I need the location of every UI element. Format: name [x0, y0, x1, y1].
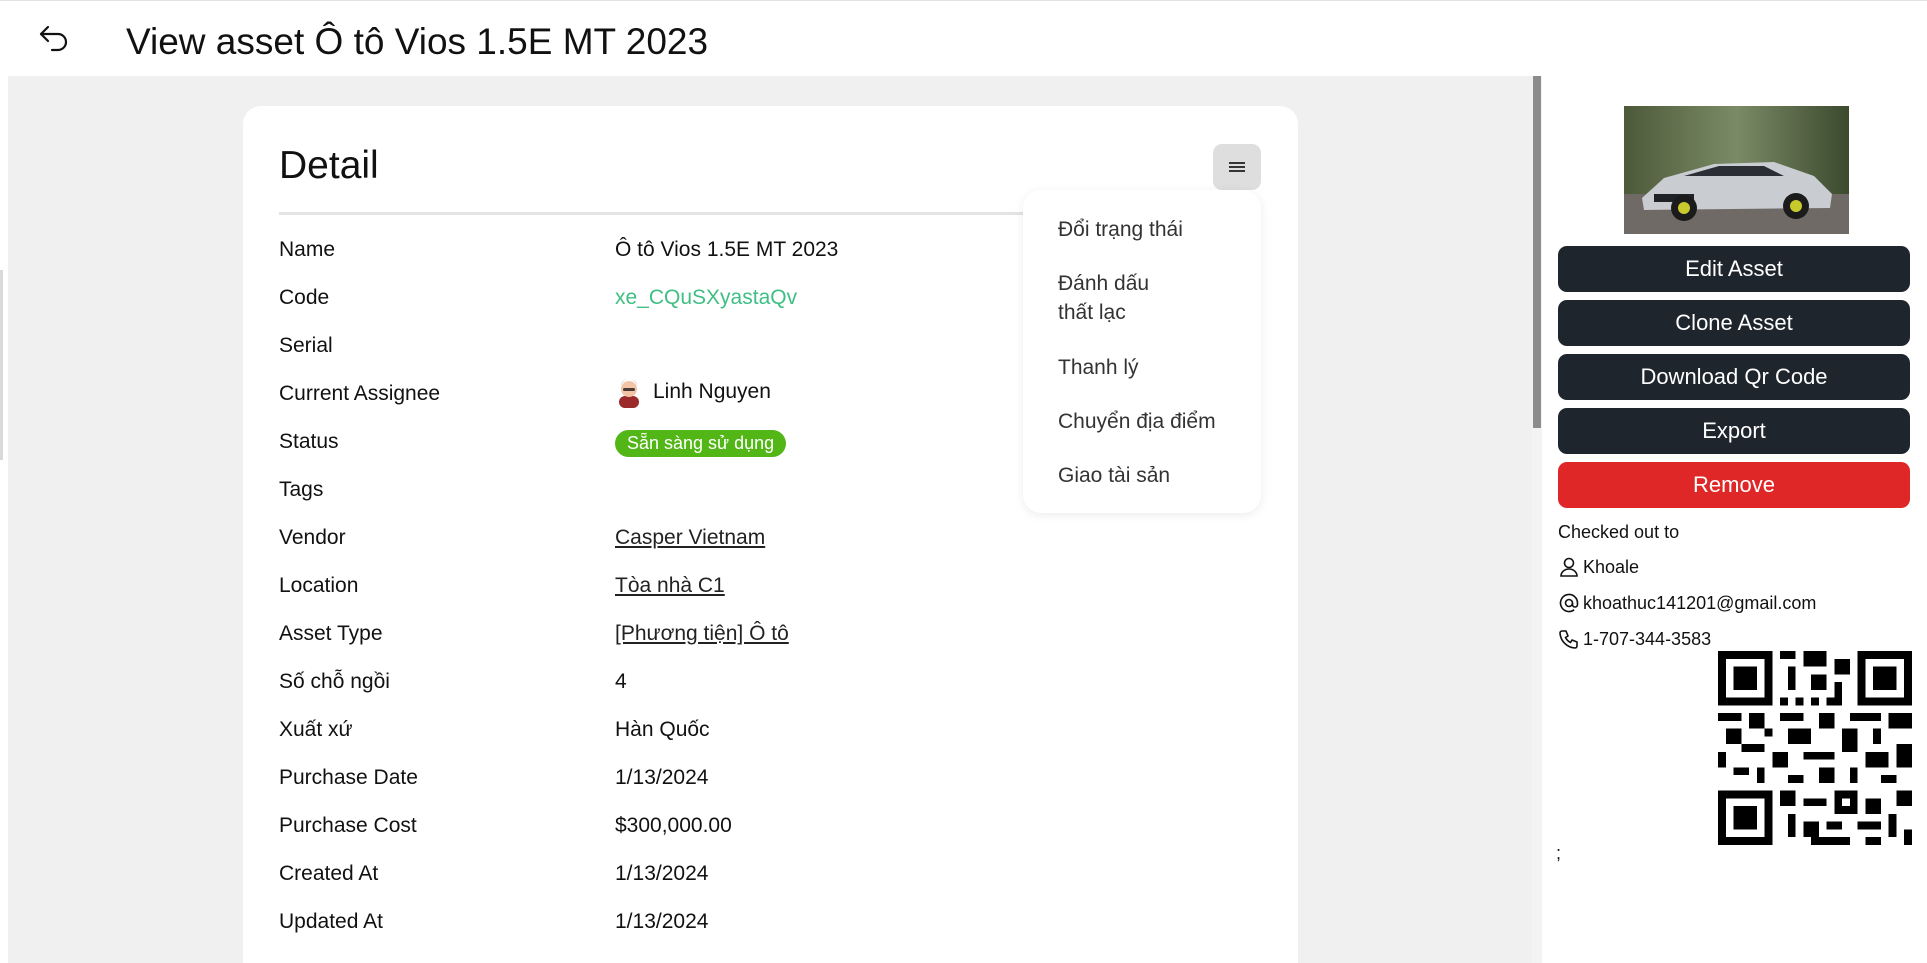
main-content: Detail Name Ô tô Vios 1.5E MT 2023 Code …	[8, 76, 1534, 963]
field-label: Asset Type	[279, 622, 383, 645]
field-label: Location	[279, 574, 359, 597]
menu-item-mark-lost[interactable]: Đánh dấu thất lạc	[1058, 269, 1178, 327]
remove-button[interactable]: Remove	[1558, 462, 1910, 508]
at-sign-icon	[1559, 593, 1579, 613]
vendor-link[interactable]: Casper Vietnam	[615, 526, 765, 550]
checked-out-email: khoathuc141201@gmail.com	[1558, 592, 1816, 614]
left-edge	[0, 50, 8, 963]
checked-out-phone: 1-707-344-3583	[1558, 628, 1711, 650]
field-value: $300,000.00	[615, 814, 732, 837]
asset-sidebar: Edit Asset Clone Asset Download Qr Code …	[1542, 76, 1927, 963]
download-qr-button[interactable]: Download Qr Code	[1558, 354, 1910, 400]
checked-out-phone-text: 1-707-344-3583	[1583, 628, 1712, 649]
field-row-location: Location Tòa nhà C1	[279, 570, 1179, 602]
field-row-seats: Số chỗ ngồi 4	[279, 666, 1179, 698]
more-menu-button[interactable]	[1213, 144, 1261, 190]
field-row-origin: Xuất xứ Hàn Quốc	[279, 714, 1179, 746]
actions-dropdown-menu: Đổi trạng thái Đánh dấu thất lạc Thanh l…	[1023, 190, 1261, 513]
asset-image	[1624, 106, 1849, 234]
scrollbar-thumb[interactable]	[1533, 76, 1541, 428]
export-button[interactable]: Export	[1558, 408, 1910, 454]
field-row-created-at: Created At 1/13/2024	[279, 858, 1179, 890]
checked-out-title: Checked out to	[1558, 522, 1680, 542]
field-label: Name	[279, 238, 336, 261]
avatar	[619, 379, 639, 408]
menu-item-dispose[interactable]: Thanh lý	[1058, 353, 1248, 382]
field-value: 1/13/2024	[615, 862, 709, 885]
field-label: Serial	[279, 334, 333, 357]
user-icon	[1560, 557, 1578, 577]
field-label: Số chỗ ngồi	[279, 670, 390, 693]
phone-icon	[1559, 630, 1578, 649]
field-row-asset-type: Asset Type [Phương tiện] Ô tô	[279, 618, 1179, 650]
field-label: Tags	[279, 478, 324, 501]
field-label: Purchase Cost	[279, 814, 417, 837]
checked-out-username: Khoale	[1583, 556, 1640, 577]
status-value: Sẵn sàng sử dụng	[615, 430, 787, 457]
checked-out-email-text: khoathuc141201@gmail.com	[1583, 592, 1817, 613]
page-title: View asset Ô tô Vios 1.5E MT 2023	[126, 21, 709, 62]
menu-item-move-location[interactable]: Chuyển địa điểm	[1058, 407, 1248, 436]
field-row-purchase-cost: Purchase Cost $300,000.00	[279, 810, 1179, 842]
location-link[interactable]: Tòa nhà C1	[615, 574, 725, 598]
field-value: 4	[615, 670, 627, 693]
field-label: Xuất xứ	[279, 718, 353, 741]
field-label: Created At	[279, 862, 379, 885]
clone-asset-button[interactable]: Clone Asset	[1558, 300, 1910, 346]
back-button[interactable]	[30, 18, 78, 58]
field-row-purchase-date: Purchase Date 1/13/2024	[279, 762, 1179, 794]
menu-item-assign-asset[interactable]: Giao tài sản	[1058, 461, 1248, 490]
field-row-updated-at: Updated At 1/13/2024	[279, 906, 1179, 938]
field-value: Hàn Quốc	[615, 718, 710, 741]
field-label: Status	[279, 430, 339, 453]
field-value: 1/13/2024	[615, 910, 709, 933]
field-label: Purchase Date	[279, 766, 418, 789]
asset-code: xe_CQuSXyastaQv	[615, 286, 798, 309]
field-label: Vendor	[279, 526, 346, 549]
edit-asset-button[interactable]: Edit Asset	[1558, 246, 1910, 292]
qr-code	[1718, 651, 1912, 845]
trailing-text: ;	[1556, 843, 1562, 863]
field-label: Updated At	[279, 910, 383, 933]
menu-item-change-status[interactable]: Đổi trạng thái	[1058, 215, 1248, 244]
asset-type-link[interactable]: [Phương tiện] Ô tô	[615, 622, 789, 646]
field-label: Current Assignee	[279, 382, 441, 405]
field-label: Code	[279, 286, 330, 309]
undo-arrow-icon	[39, 25, 68, 52]
title-divider	[279, 212, 1059, 215]
field-row-vendor: Vendor Casper Vietnam	[279, 522, 1179, 554]
assignee: Linh Nguyen	[615, 376, 771, 408]
hamburger-icon	[1229, 162, 1245, 172]
card-title: Detail	[279, 144, 379, 187]
field-value: Ô tô Vios 1.5E MT 2023	[615, 238, 839, 261]
checked-out-user: Khoale	[1558, 556, 1639, 578]
field-value: 1/13/2024	[615, 766, 709, 789]
top-bar: View asset Ô tô Vios 1.5E MT 2023	[0, 0, 1927, 76]
status-badge: Sẵn sàng sử dụng	[615, 430, 787, 457]
assignee-name: Linh Nguyen	[653, 380, 771, 403]
